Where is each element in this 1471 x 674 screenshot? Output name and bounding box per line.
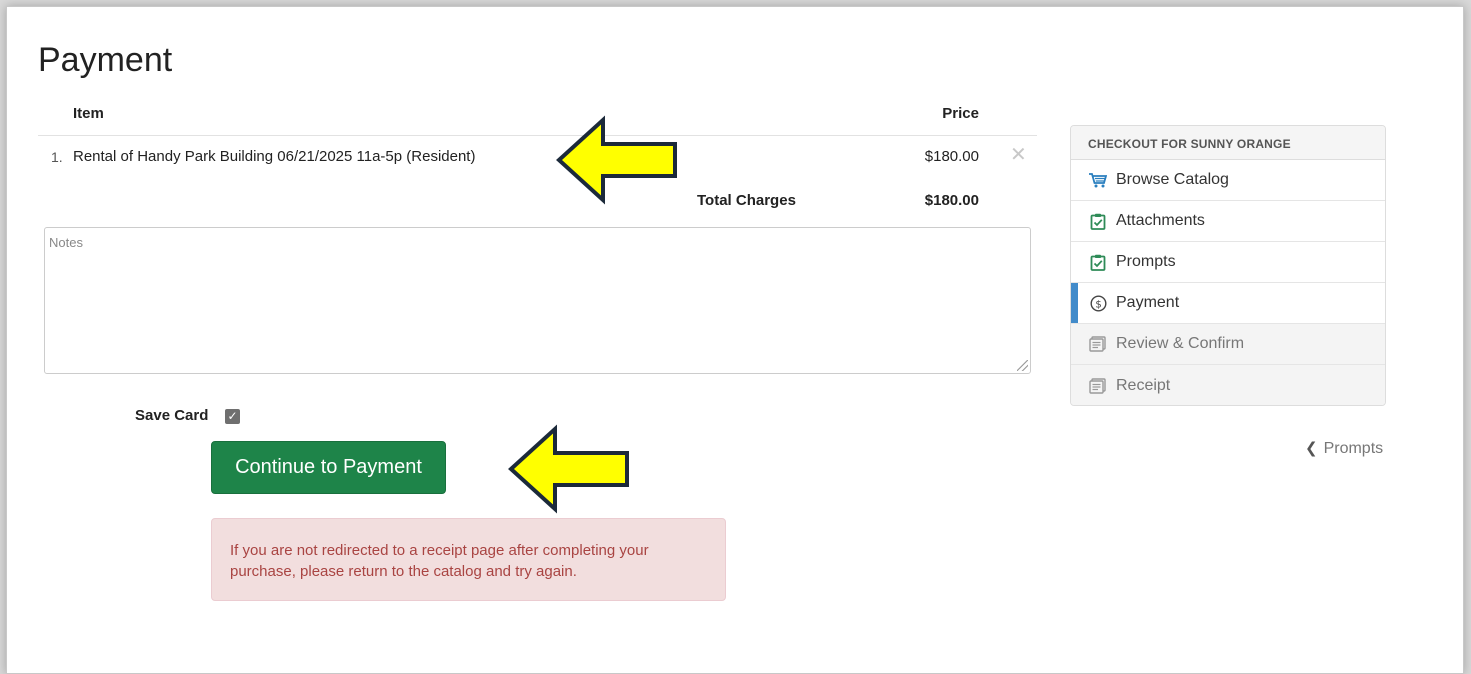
column-header-price: Price: [942, 105, 979, 122]
receipt-icon: [1089, 377, 1107, 395]
step-attachments[interactable]: Attachments: [1071, 201, 1385, 242]
step-payment[interactable]: $ Payment: [1071, 283, 1385, 324]
step-receipt[interactable]: Receipt: [1071, 365, 1385, 405]
step-label: Payment: [1116, 294, 1180, 311]
header-divider: [38, 135, 1037, 136]
step-prompts[interactable]: Prompts: [1071, 242, 1385, 283]
back-link-label: Prompts: [1323, 440, 1384, 457]
step-review-confirm[interactable]: Review & Confirm: [1071, 324, 1385, 365]
continue-to-payment-button[interactable]: Continue to Payment: [211, 441, 446, 494]
clipboard-check-icon: [1089, 253, 1107, 271]
step-label: Prompts: [1116, 253, 1176, 270]
checkout-steps-heading: CHECKOUT FOR SUNNY ORANGE: [1071, 126, 1385, 160]
page-title: Payment: [38, 41, 173, 79]
chevron-left-icon: ❮: [1305, 440, 1318, 457]
cart-row-number: 1.: [51, 149, 63, 165]
total-charges-value: $180.00: [924, 192, 979, 209]
total-charges-label: Total Charges: [697, 192, 796, 209]
save-card-label: Save Card: [135, 407, 209, 424]
remove-item-icon[interactable]: ✕: [1010, 145, 1027, 165]
svg-text:$: $: [1095, 299, 1101, 310]
save-card-checkbox[interactable]: ✓: [225, 409, 240, 424]
redirect-warning-alert: If you are not redirected to a receipt p…: [211, 518, 726, 601]
clipboard-check-icon: [1089, 212, 1107, 230]
annotation-arrow-icon: [508, 424, 629, 514]
dollar-circle-icon: $: [1089, 294, 1107, 312]
cart-icon: [1089, 171, 1107, 189]
back-to-prompts-link[interactable]: ❮ Prompts: [1305, 439, 1383, 458]
checkout-steps-panel: CHECKOUT FOR SUNNY ORANGE Browse Catalog…: [1070, 125, 1386, 406]
cart-row-description: Rental of Handy Park Building 06/21/2025…: [73, 148, 476, 165]
step-label: Browse Catalog: [1116, 171, 1229, 188]
resize-grip-icon[interactable]: [1017, 360, 1028, 371]
cart-row-price: $180.00: [924, 148, 979, 165]
page-frame: Payment Item Price 1. Rental of Handy Pa…: [6, 6, 1464, 674]
notes-field[interactable]: [44, 227, 1031, 374]
column-header-item: Item: [73, 105, 104, 122]
step-label: Attachments: [1116, 212, 1205, 229]
annotation-arrow-icon: [556, 115, 677, 205]
step-label: Review & Confirm: [1116, 335, 1245, 352]
step-browse-catalog[interactable]: Browse Catalog: [1071, 160, 1385, 201]
step-label: Receipt: [1116, 376, 1171, 394]
receipt-icon: [1089, 335, 1107, 353]
